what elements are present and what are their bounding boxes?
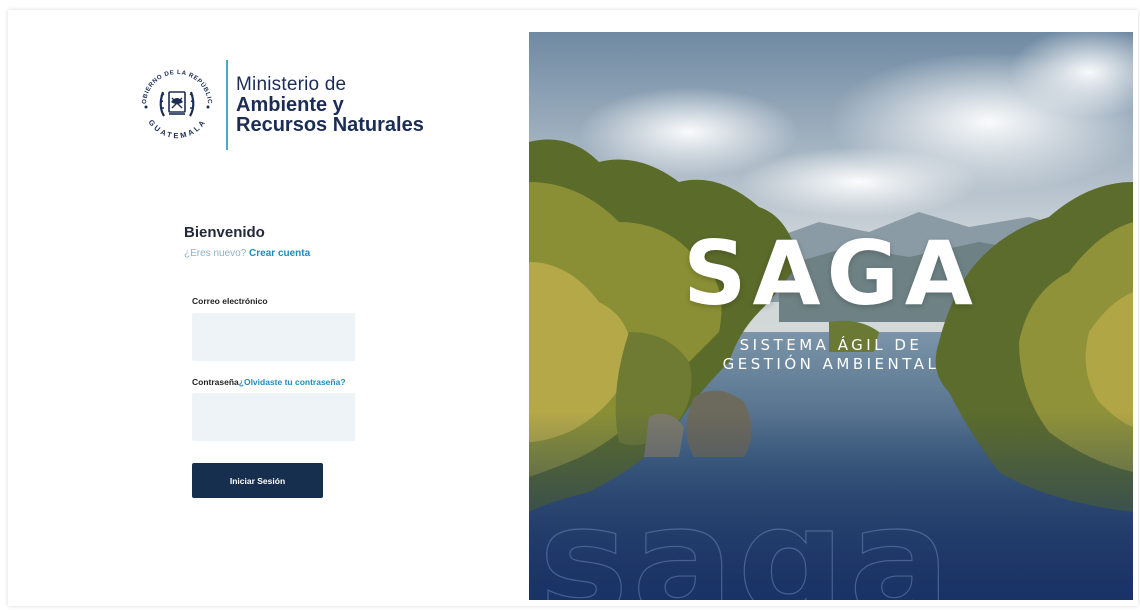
ministry-name-line1: Ministerio de bbox=[236, 74, 347, 95]
password-label: Contraseña bbox=[192, 377, 239, 387]
hero-image: SAGA SISTEMA ÁGIL DE GESTIÓN AMBIENTAL s… bbox=[529, 32, 1133, 600]
ministry-name-line3: Recursos Naturales bbox=[236, 114, 424, 136]
create-account-link[interactable]: Crear cuenta bbox=[249, 248, 310, 259]
hero-watermark: saga bbox=[538, 475, 955, 600]
signup-prompt: ¿Eres nuevo? bbox=[184, 248, 247, 259]
ministry-name: Ministerio de Ambiente y Recursos Natura… bbox=[236, 74, 424, 136]
forgot-password-link[interactable]: ¿Olvidaste tu contraseña? bbox=[239, 377, 346, 387]
login-button[interactable]: Iniciar Sesión bbox=[192, 463, 323, 498]
password-label-line: Contraseña¿Olvidaste tu contraseña? bbox=[192, 377, 346, 387]
guatemala-seal-icon: GOBIERNO DE LA REPÚBLICA GUATEMALA bbox=[131, 57, 220, 148]
hero-subtitle-line1: SISTEMA ÁGIL DE bbox=[739, 336, 923, 354]
hero-subtitle-line2: GESTIÓN AMBIENTAL bbox=[722, 355, 940, 373]
email-label: Correo electrónico bbox=[192, 296, 268, 306]
page-title: Bienvenido bbox=[184, 224, 265, 241]
login-page: GOBIERNO DE LA REPÚBLICA GUATEMALA M bbox=[8, 10, 1138, 606]
ministry-logo: GOBIERNO DE LA REPÚBLICA GUATEMALA M bbox=[131, 57, 424, 150]
hero-title: SAGA bbox=[683, 222, 979, 325]
signup-prompt-line: ¿Eres nuevo? Crear cuenta bbox=[184, 248, 310, 259]
ministry-name-line2: Ambiente y bbox=[236, 94, 344, 116]
password-field[interactable] bbox=[192, 393, 355, 441]
logo-divider bbox=[226, 60, 228, 150]
email-field[interactable] bbox=[192, 313, 355, 361]
